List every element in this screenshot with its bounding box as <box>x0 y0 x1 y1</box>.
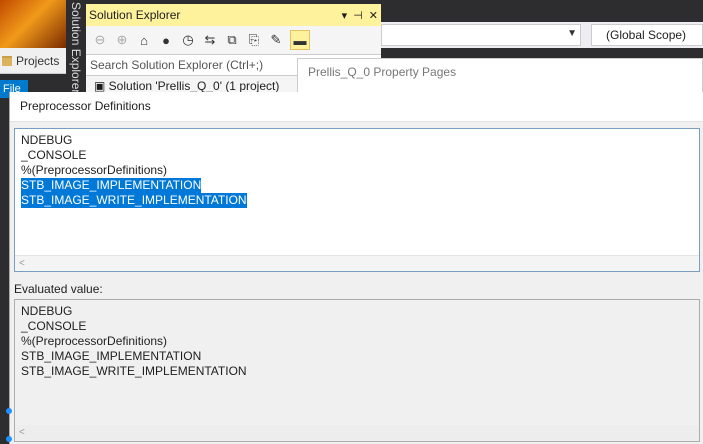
preprocessor-definitions-dialog: Preprocessor Definitions NDEBUG _CONSOLE%… <box>9 92 703 444</box>
pin-icon[interactable]: ⊣ <box>353 9 363 22</box>
definition-line-selected[interactable]: STB_IMAGE_IMPLEMENTATION <box>21 178 202 193</box>
definitions-lines: NDEBUG _CONSOLE %(PreprocessorDefinitions)… <box>21 133 699 208</box>
collapse-all-icon[interactable]: ⧉ <box>224 32 240 48</box>
globe-icon[interactable]: ● <box>158 32 174 48</box>
chevron-down-icon: ▼ <box>567 28 577 39</box>
solution-explorer-vertical-tab[interactable]: Solution Explorer <box>66 0 86 94</box>
folder-icon <box>2 55 12 66</box>
evaluated-value-box: NDEBUG _CONSOLE %(PreprocessorDefinition… <box>14 299 700 442</box>
evaluated-line: NDEBUG <box>21 304 73 318</box>
evaluated-horizontal-scrollbar[interactable]: < <box>15 425 699 441</box>
tree-item-label: Solution 'Prellis_Q_0' (1 project) <box>108 79 280 93</box>
definition-line[interactable]: NDEBUG <box>21 133 72 148</box>
breakpoint-marker-icon <box>6 408 12 414</box>
forward-icon[interactable]: ⊕ <box>114 32 130 48</box>
dropdown-icon[interactable]: ▾ <box>342 9 348 22</box>
vertical-tab-label: Solution Explorer <box>69 2 83 94</box>
preview-icon[interactable]: ▬ <box>290 30 310 50</box>
scope-combo[interactable]: ▼ <box>381 24 581 46</box>
editor-horizontal-scrollbar[interactable]: < <box>15 255 699 271</box>
history-icon[interactable]: ◷ <box>180 32 196 48</box>
definitions-editor[interactable]: NDEBUG _CONSOLE %(PreprocessorDefinitions)… <box>14 128 700 272</box>
solution-explorer-title: Solution Explorer <box>89 8 181 22</box>
evaluated-line: %(PreprocessorDefinitions) <box>21 334 168 348</box>
evaluated-value-label: Evaluated value: <box>14 282 103 296</box>
solution-explorer-toolbar: ⊖ ⊕ ⌂ ● ◷ ⇆ ⧉ ⎘ ✎ ▬ <box>86 26 381 54</box>
solution-icon: ▣ <box>94 79 109 93</box>
property-pages-title: Prellis_Q_0 Property Pages <box>308 65 457 79</box>
breakpoint-marker-icon <box>6 436 12 442</box>
evaluated-line: _CONSOLE <box>21 319 87 333</box>
back-icon[interactable]: ⊖ <box>92 32 108 48</box>
scroll-left-icon[interactable]: < <box>19 258 25 269</box>
evaluated-line: STB_IMAGE_WRITE_IMPLEMENTATION <box>21 364 247 378</box>
sync-icon[interactable]: ⇆ <box>202 32 218 48</box>
tab-projects[interactable]: Projects <box>0 48 66 74</box>
app-thumbnail <box>0 0 66 48</box>
close-icon[interactable]: ✕ <box>369 9 378 22</box>
tab-projects-label: Projects <box>16 53 60 68</box>
scroll-left-icon[interactable]: < <box>19 427 25 438</box>
dialog-title: Preprocessor Definitions <box>10 92 703 122</box>
properties-icon[interactable]: ✎ <box>268 32 284 48</box>
definition-line[interactable]: %(PreprocessorDefinitions) <box>21 163 167 178</box>
definition-line-selected[interactable]: STB_IMAGE_WRITE_IMPLEMENTATION <box>21 193 247 208</box>
editor-navigation-bar: ▼ (Global Scope) <box>381 22 703 48</box>
evaluated-line: STB_IMAGE_IMPLEMENTATION <box>21 349 202 363</box>
definition-line[interactable]: _CONSOLE <box>21 148 86 163</box>
home-icon[interactable]: ⌂ <box>136 32 152 48</box>
show-all-files-icon[interactable]: ⎘ <box>246 32 262 48</box>
global-scope-combo[interactable]: (Global Scope) <box>591 24 703 46</box>
title-controls: ▾ ⊣ ✕ <box>342 4 378 26</box>
solution-explorer-title-bar[interactable]: Solution Explorer <box>86 4 381 26</box>
